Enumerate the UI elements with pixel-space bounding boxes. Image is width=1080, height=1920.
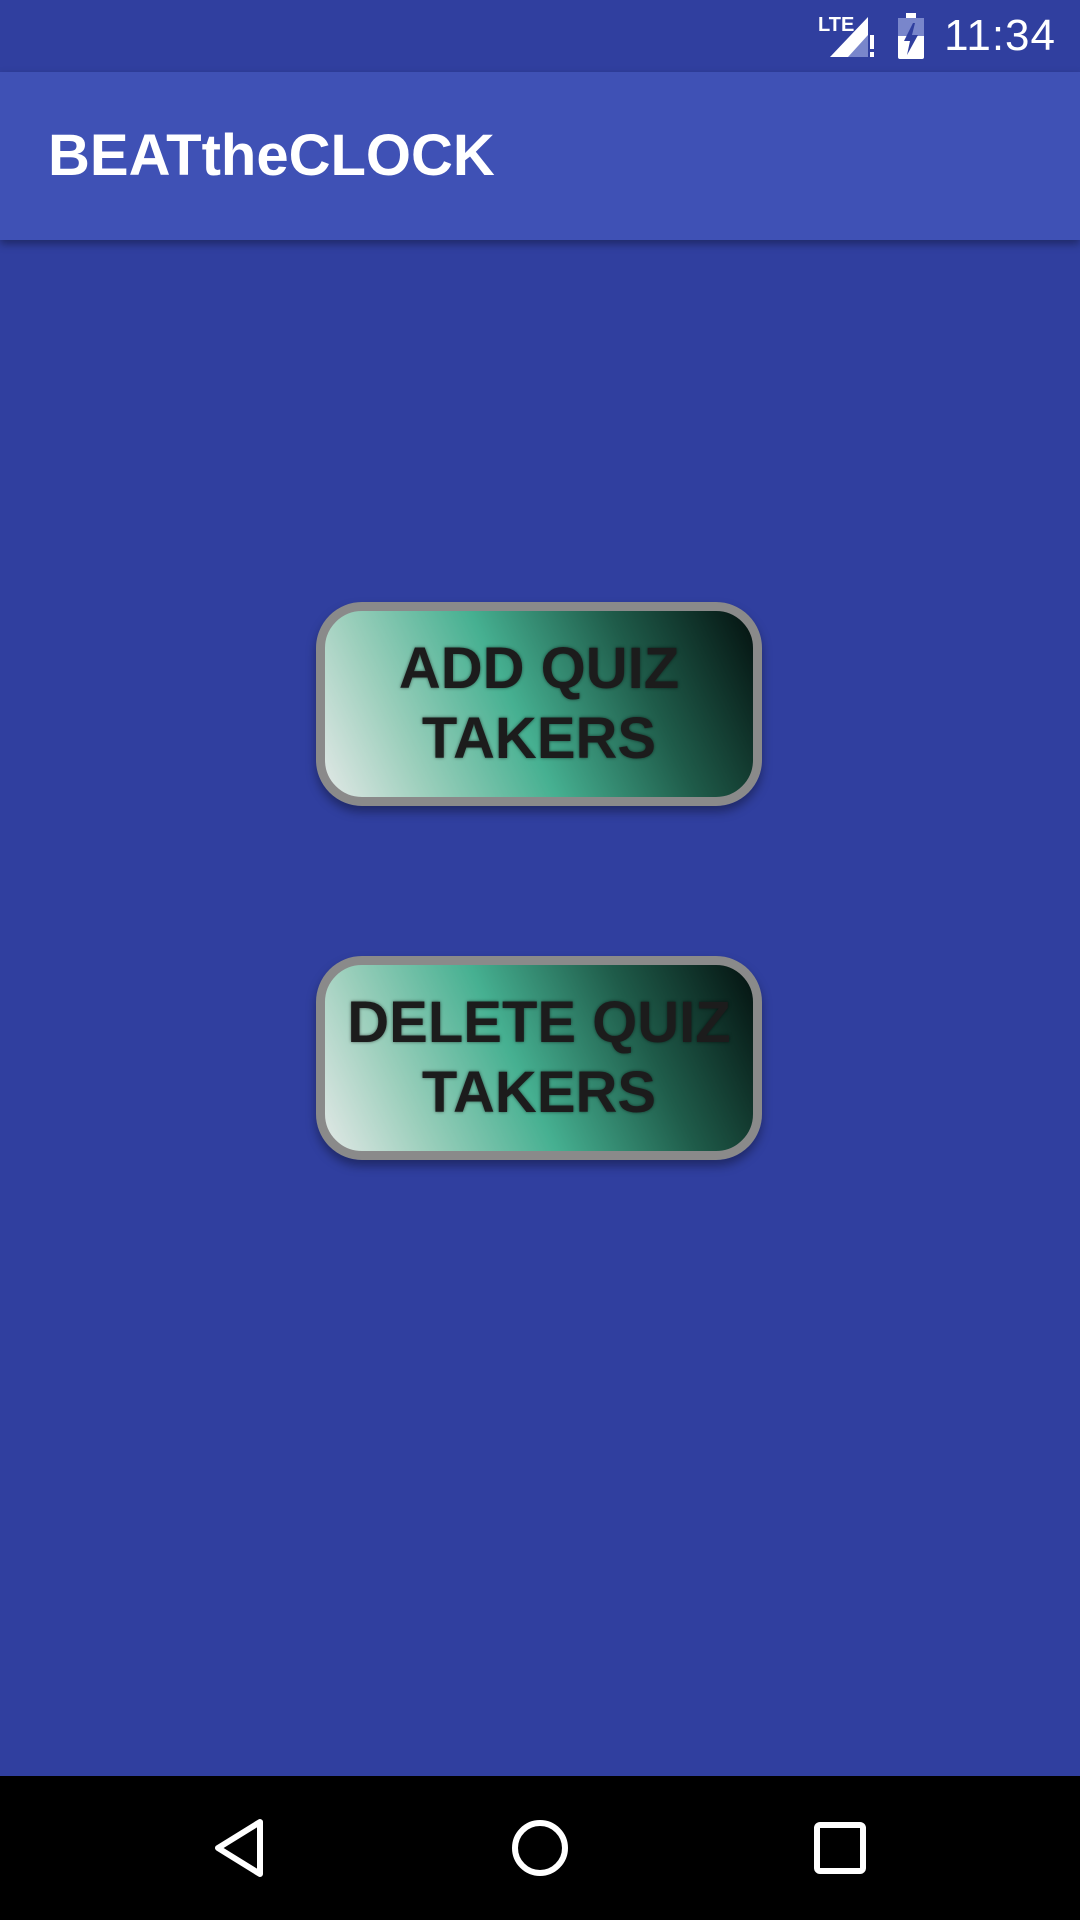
status-bar: LTE 11:34 <box>0 0 1080 72</box>
home-button[interactable] <box>468 1776 612 1920</box>
battery-charging-icon <box>898 13 925 59</box>
add-quiz-takers-button[interactable]: ADD QUIZ TAKERS <box>316 602 762 806</box>
back-button[interactable] <box>168 1776 312 1920</box>
delete-quiz-takers-label: DELETE QUIZ TAKERS <box>347 990 731 1125</box>
lte-signal-icon: LTE <box>818 14 875 57</box>
app-title: BEATtheCLOCK <box>48 123 495 188</box>
svg-text:LTE: LTE <box>818 14 854 36</box>
add-quiz-takers-label: ADD QUIZ TAKERS <box>398 636 680 771</box>
recents-button[interactable] <box>768 1776 912 1920</box>
recents-icon <box>814 1822 866 1874</box>
status-icons: LTE 11:34 <box>818 0 1056 72</box>
back-icon <box>215 1819 263 1877</box>
app-bar: BEATtheCLOCK <box>0 72 1080 240</box>
navigation-bar <box>0 1776 1080 1920</box>
delete-quiz-takers-button[interactable]: DELETE QUIZ TAKERS <box>316 956 762 1160</box>
home-icon <box>512 1820 568 1876</box>
status-time: 11:34 <box>944 11 1056 60</box>
